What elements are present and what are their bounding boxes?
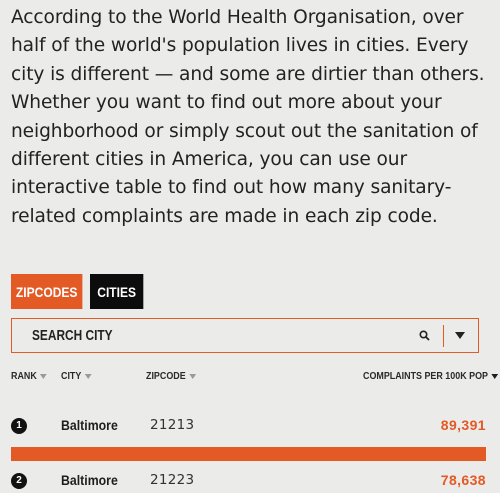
- sort-caret-icon: [491, 373, 499, 379]
- view-tabs: ZIPCODES CITIES: [11, 274, 152, 309]
- column-label-zipcode: ZIPCODE: [146, 370, 186, 382]
- sort-caret-icon: [84, 373, 92, 379]
- column-label-rank: RANK: [11, 370, 37, 382]
- table-header: RANK CITY ZIPCODE COMPLAINTS PER 100K PO…: [0, 370, 500, 384]
- column-header-rank[interactable]: RANK: [11, 370, 47, 382]
- caret-down-icon[interactable]: [454, 330, 466, 342]
- intro-paragraph: According to the World Health Organisati…: [11, 7, 485, 227]
- row-zipcode: 21213: [150, 417, 195, 433]
- search-city-placeholder[interactable]: SEARCH CITY: [32, 328, 348, 344]
- rank-badge: 1: [11, 418, 27, 434]
- table-row[interactable]: 1 Baltimore 21213 89,391: [0, 414, 500, 438]
- table-row[interactable]: 2 Baltimore 21223 78,638: [0, 469, 500, 493]
- rank-badge: 2: [11, 473, 27, 489]
- tab-cities[interactable]: CITIES: [90, 274, 144, 309]
- search-city-field[interactable]: SEARCH CITY: [11, 318, 479, 353]
- row-complaints-value: 89,391: [440, 417, 486, 433]
- row-city: Baltimore: [61, 417, 118, 433]
- column-header-complaints[interactable]: COMPLAINTS PER 100K POP: [363, 370, 499, 382]
- column-label-complaints: COMPLAINTS PER 100K POP: [363, 370, 488, 382]
- search-divider: [443, 324, 444, 347]
- sort-caret-icon: [189, 373, 196, 379]
- sort-caret-icon: [40, 373, 47, 379]
- search-icon[interactable]: [417, 329, 431, 343]
- tab-zipcodes[interactable]: ZIPCODES: [11, 274, 83, 309]
- complaints-bar: [11, 447, 486, 461]
- column-header-zipcode[interactable]: ZIPCODE: [146, 370, 196, 382]
- column-header-city[interactable]: CITY: [61, 370, 92, 382]
- column-label-city: CITY: [61, 370, 82, 382]
